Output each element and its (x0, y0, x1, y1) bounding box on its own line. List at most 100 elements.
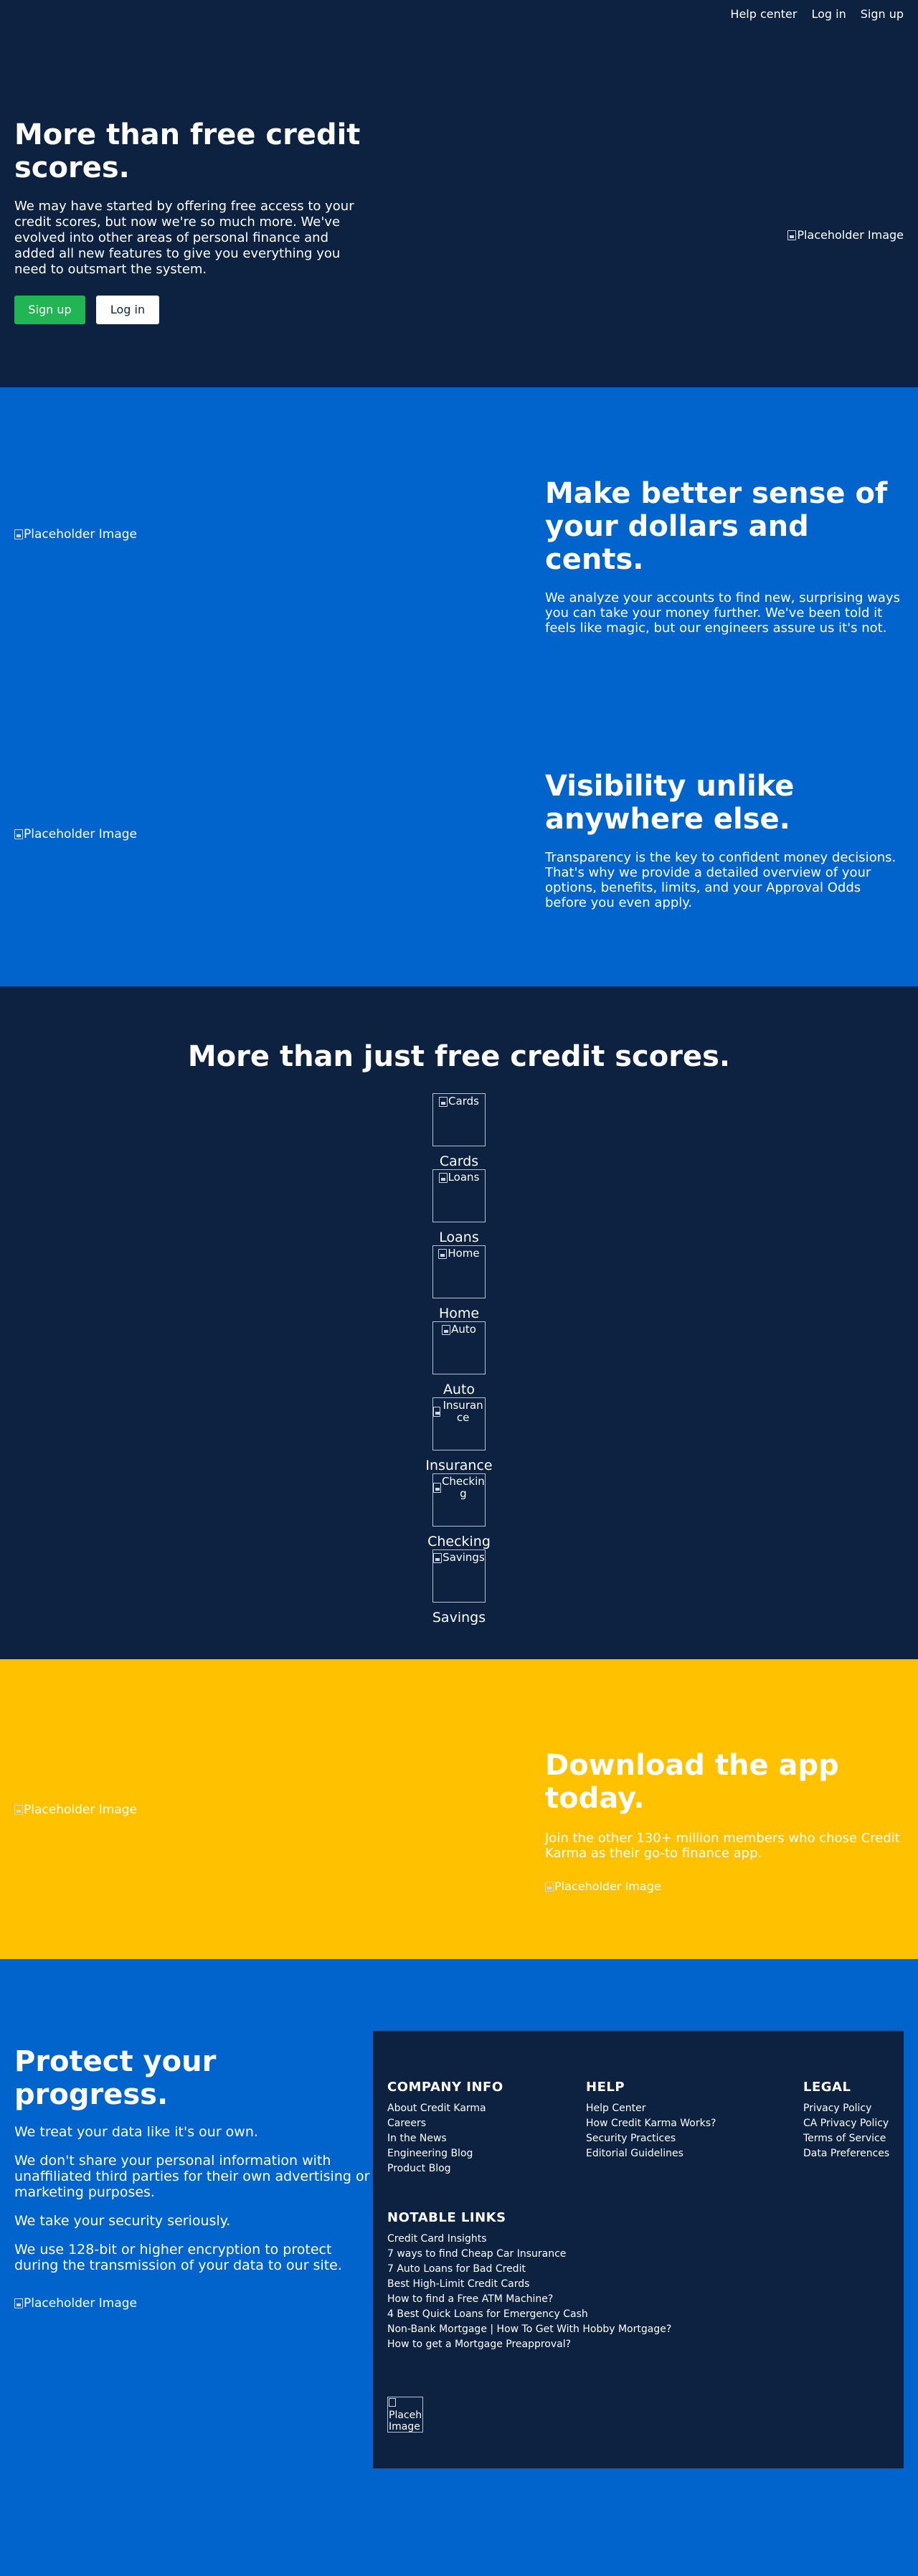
broken-image-icon (433, 1552, 443, 1563)
app-badge-alt: Placeholder Image (554, 1879, 661, 1893)
footer-link-editorial[interactable]: Editorial Guidelines (586, 2148, 683, 2159)
footer: COMPANY INFO About Credit Karma Careers … (373, 2031, 904, 2468)
products-section: More than just free credit scores. Cards… (0, 986, 918, 1659)
footer-link-privacy[interactable]: Privacy Policy (803, 2103, 871, 2114)
protect-image-alt: Placeholder Image (24, 2296, 137, 2311)
hero-title: More than free credit scores. (14, 118, 361, 184)
footer-notable-link[interactable]: 7 Auto Loans for Bad Credit (387, 2263, 526, 2275)
product-label: Cards (439, 1153, 479, 1169)
protect-paragraph: We use 128-bit or higher encryption to p… (14, 2242, 342, 2273)
download-image-alt: Placeholder Image (24, 1803, 137, 1817)
footer-notable-column: NOTABLE LINKS Credit Card Insights 7 way… (387, 2210, 671, 2352)
feature-description: Transparency is the key to confident mon… (545, 850, 896, 910)
features-section: Placeholder Image Make better sense of y… (0, 387, 918, 986)
product-label: Home (438, 1306, 480, 1321)
footer-legal-column: LEGAL Privacy Policy CA Privacy Policy T… (803, 2080, 889, 2161)
signup-link[interactable]: Sign up (861, 7, 904, 21)
product-item-auto[interactable]: Auto Auto (432, 1321, 486, 1397)
download-description: Join the other 130+ million members who … (545, 1831, 900, 1861)
hero-login-button[interactable]: Log in (96, 296, 159, 324)
broken-image-icon (433, 1407, 441, 1417)
footer-company-column: COMPANY INFO About Credit Karma Careers … (387, 2080, 503, 2176)
protect-image: Placeholder Image (14, 2296, 373, 2311)
download-title: Download the app today. (545, 1749, 839, 1815)
hero-description: We may have started by offering free acc… (14, 199, 354, 277)
product-item-home[interactable]: Home Home (432, 1245, 486, 1321)
feature-image: Placeholder Image (14, 527, 137, 542)
footer-logo-alt: Placeholder Image (389, 2410, 422, 2433)
product-image: Insurance (432, 1397, 486, 1450)
product-list: Cards Cards Loans Loans Home Home Auto A… (0, 1093, 918, 1626)
broken-image-icon (14, 529, 23, 539)
product-image: Checking (432, 1473, 486, 1527)
footer-link-how-it-works[interactable]: How Credit Karma Works? (586, 2118, 716, 2129)
footer-logo[interactable]: Placeholder Image (387, 2397, 423, 2433)
product-image: Home (432, 1245, 486, 1298)
top-nav-links: Help center Log in Sign up (730, 7, 904, 21)
footer-link-help-center[interactable]: Help Center (586, 2103, 646, 2114)
product-image-alt: Home (448, 1247, 480, 1260)
hero-buttons: Sign up Log in (14, 296, 366, 324)
footer-notable-link[interactable]: 4 Best Quick Loans for Emergency Cash (387, 2308, 588, 2320)
products-title: More than just free credit scores. (187, 1040, 731, 1073)
hero-section: More than free credit scores. We may hav… (0, 29, 918, 387)
download-section: Placeholder Image Download the app today… (0, 1659, 918, 1959)
product-item-loans[interactable]: Loans Loans (432, 1169, 486, 1245)
footer-link-terms[interactable]: Terms of Service (803, 2133, 886, 2144)
feature-text: Make better sense of your dollars and ce… (545, 477, 904, 636)
protect-paragraph: We don't share your personal information… (14, 2153, 370, 2200)
footer-link-data-preferences[interactable]: Data Preferences (803, 2148, 889, 2159)
product-image: Savings (432, 1549, 486, 1603)
protect-section: Protect your progress. We treat your dat… (0, 1959, 918, 2576)
product-image-alt: Auto (451, 1323, 476, 1336)
footer-notable-link[interactable]: How to find a Free ATM Machine? (387, 2293, 553, 2305)
product-image: Cards (432, 1093, 486, 1146)
footer-link-careers[interactable]: Careers (387, 2118, 426, 2129)
hero-image-alt: Placeholder Image (797, 228, 904, 242)
footer-notable-link[interactable]: 7 ways to find Cheap Car Insurance (387, 2248, 566, 2260)
download-image: Placeholder Image (14, 1803, 137, 1817)
top-nav: Help center Log in Sign up (0, 0, 918, 29)
footer-column-title: COMPANY INFO (387, 2080, 503, 2095)
broken-image-icon (439, 1096, 448, 1107)
broken-image-icon (389, 2398, 396, 2407)
product-item-insurance[interactable]: Insurance Insurance (425, 1397, 493, 1473)
hero-content: More than free credit scores. We may hav… (14, 118, 366, 324)
footer-column-title: HELP (586, 2080, 625, 2095)
hero-signup-button[interactable]: Sign up (14, 296, 85, 324)
broken-image-icon (442, 1324, 451, 1335)
footer-notable-link[interactable]: Best High-Limit Credit Cards (387, 2278, 529, 2290)
broken-image-icon (14, 2298, 23, 2308)
product-label: Auto (443, 1382, 475, 1397)
product-image: Loans (432, 1169, 486, 1222)
footer-link-product-blog[interactable]: Product Blog (387, 2163, 451, 2174)
product-label: Insurance (425, 1458, 493, 1473)
feature-description: We analyze your accounts to find new, su… (545, 590, 900, 636)
protect-paragraph: We treat your data like it's our own. (14, 2124, 258, 2140)
protect-paragraph: We take your security seriously. (14, 2213, 231, 2229)
footer-link-security[interactable]: Security Practices (586, 2133, 676, 2144)
feature-title: Make better sense of your dollars and ce… (545, 477, 888, 576)
footer-link-news[interactable]: In the News (387, 2133, 447, 2144)
product-image: Auto (432, 1321, 486, 1374)
download-text: Download the app today. Join the other 1… (545, 1749, 904, 1893)
feature-image-alt: Placeholder Image (24, 827, 137, 841)
broken-image-icon (14, 1805, 23, 1815)
footer-link-about[interactable]: About Credit Karma (387, 2103, 486, 2114)
login-link[interactable]: Log in (811, 7, 846, 21)
product-item-checking[interactable]: Checking Checking (427, 1473, 491, 1549)
footer-notable-link[interactable]: Credit Card Insights (387, 2233, 486, 2245)
product-image-alt: Insurance (443, 1399, 483, 1424)
footer-notable-link[interactable]: Non-Bank Mortgage | How To Get With Hobb… (387, 2323, 671, 2335)
app-store-badge[interactable]: Placeholder Image (545, 1879, 904, 1893)
product-image-alt: Loans (448, 1171, 480, 1184)
help-center-link[interactable]: Help center (730, 7, 797, 21)
feature-title: Visibility unlike anywhere else. (545, 770, 795, 836)
footer-link-engineering-blog[interactable]: Engineering Blog (387, 2148, 473, 2159)
footer-notable-link[interactable]: How to get a Mortgage Preapproval? (387, 2339, 571, 2350)
product-item-savings[interactable]: Savings Savings (432, 1549, 486, 1626)
product-item-cards[interactable]: Cards Cards (432, 1093, 486, 1169)
footer-link-ca-privacy[interactable]: CA Privacy Policy (803, 2118, 889, 2129)
product-label: Loans (439, 1230, 479, 1245)
feature-text: Visibility unlike anywhere else. Transpa… (545, 770, 904, 910)
